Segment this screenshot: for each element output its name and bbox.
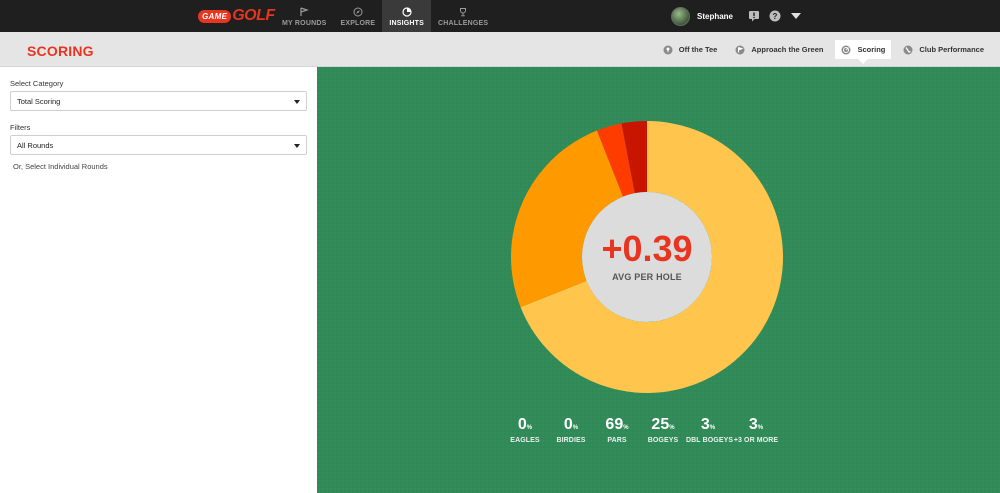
stat-value: 0% bbox=[502, 417, 548, 433]
stat-unit: % bbox=[623, 425, 629, 431]
tab-scoring-label: Scoring bbox=[857, 45, 886, 54]
stat-number: 0 bbox=[517, 416, 527, 433]
filter-sidebar: Select Category Total Scoring Filters Al… bbox=[0, 67, 317, 493]
main-nav: MY ROUNDS EXPLORE INSIGHTS CHALLENGES bbox=[275, 0, 495, 32]
stat-number: 3 bbox=[748, 416, 758, 433]
stat-label: DBL BOGEYS bbox=[686, 437, 734, 444]
tab-off-the-tee-label: Off the Tee bbox=[678, 45, 718, 54]
avg-per-hole-value: +0.39 bbox=[601, 228, 693, 269]
stat-number: 0 bbox=[563, 416, 573, 433]
stat-number: 69 bbox=[605, 416, 624, 433]
nav-explore[interactable]: EXPLORE bbox=[333, 0, 382, 32]
tab-club-performance[interactable]: Club Performance bbox=[897, 40, 990, 59]
stat-value: 25% bbox=[640, 417, 686, 433]
stat-value: 3% bbox=[686, 417, 730, 433]
stat-unit: % bbox=[572, 425, 579, 431]
approach-icon bbox=[735, 45, 745, 55]
game-golf-logo[interactable]: GAME GOLF bbox=[198, 7, 275, 25]
stat-birdies: 0% BIRDIES bbox=[548, 417, 594, 445]
category-select[interactable]: Total Scoring bbox=[10, 91, 307, 111]
stat-dbl-bogeys: 3% DBL BOGEYS bbox=[686, 417, 734, 445]
user-menu[interactable]: Stephane bbox=[671, 6, 733, 26]
tab-scoring[interactable]: Scoring bbox=[835, 40, 892, 64]
tee-icon bbox=[663, 45, 673, 55]
flag-icon bbox=[297, 6, 311, 18]
stat-label: PARS bbox=[607, 437, 627, 444]
notifications-icon[interactable] bbox=[747, 9, 761, 23]
chevron-down-icon bbox=[294, 144, 300, 148]
insights-icon bbox=[400, 6, 414, 18]
filters-select[interactable]: All Rounds bbox=[10, 135, 307, 155]
logo-game-text: GAME bbox=[198, 9, 232, 23]
nav-insights[interactable]: INSIGHTS bbox=[382, 0, 431, 32]
nav-insights-label: INSIGHTS bbox=[389, 19, 424, 27]
avatar[interactable] bbox=[671, 6, 690, 26]
select-individual-rounds-link[interactable]: Or, Select Individual Rounds bbox=[13, 162, 108, 171]
stat-number: 25 bbox=[651, 416, 670, 433]
nav-explore-label: EXPLORE bbox=[340, 19, 376, 27]
stat-number: 3 bbox=[700, 416, 710, 433]
top-icons: ? bbox=[747, 9, 810, 23]
category-label: Select Category bbox=[10, 79, 64, 88]
filters-label: Filters bbox=[10, 123, 31, 132]
nav-challenges-label: CHALLENGES bbox=[437, 19, 489, 27]
username: Stephane bbox=[697, 11, 734, 21]
stat-value: 0% bbox=[548, 417, 594, 433]
tab-approach-the-green[interactable]: Approach the Green bbox=[729, 40, 829, 59]
stat-value: 3% bbox=[730, 417, 782, 433]
chevron-down-icon[interactable] bbox=[789, 9, 803, 23]
trophy-icon bbox=[456, 6, 470, 18]
logo-golf-text: GOLF bbox=[232, 7, 275, 24]
help-icon[interactable]: ? bbox=[768, 9, 782, 23]
stat--3-or-more: 3% +3 OR MORE bbox=[730, 417, 782, 445]
stat-label: BIRDIES bbox=[556, 437, 586, 444]
stat-label: +3 OR MORE bbox=[733, 437, 779, 444]
stat-label: BOGEYS bbox=[647, 437, 679, 444]
chevron-down-icon bbox=[294, 100, 300, 104]
stat-label: EAGLES bbox=[510, 437, 540, 444]
section-header: SCORING Off the Tee Approach the Green S… bbox=[0, 32, 1000, 67]
tab-club-performance-label: Club Performance bbox=[919, 45, 984, 54]
stat-unit: % bbox=[757, 425, 764, 431]
filters-select-value: All Rounds bbox=[17, 140, 54, 150]
avg-per-hole-label: AVG PER HOLE bbox=[612, 272, 682, 282]
stat-unit: % bbox=[526, 425, 533, 431]
compass-icon bbox=[351, 6, 365, 18]
nav-challenges[interactable]: CHALLENGES bbox=[431, 0, 495, 32]
stat-value: 69% bbox=[594, 417, 640, 433]
scoring-icon bbox=[841, 45, 851, 55]
club-icon bbox=[903, 45, 913, 55]
stat-unit: % bbox=[709, 425, 716, 431]
stat-bogeys: 25% BOGEYS bbox=[640, 417, 686, 445]
stat-eagles: 0% EAGLES bbox=[502, 417, 548, 445]
nav-my-rounds[interactable]: MY ROUNDS bbox=[275, 0, 333, 32]
category-select-value: Total Scoring bbox=[17, 96, 61, 106]
insight-tabs: Off the Tee Approach the Green Scoring C… bbox=[651, 40, 990, 64]
scoring-breakdown: 0% EAGLES 0% BIRDIES 69% PARS 25% BOGEYS 3% DBL B… bbox=[502, 417, 782, 445]
tab-off-the-tee[interactable]: Off the Tee bbox=[657, 40, 724, 59]
nav-my-rounds-label: MY ROUNDS bbox=[282, 19, 327, 27]
page-title: SCORING bbox=[27, 43, 94, 59]
svg-text:?: ? bbox=[773, 12, 778, 21]
stat-pars: 69% PARS bbox=[594, 417, 640, 445]
scoring-chart-area: +0.39 AVG PER HOLE 0% EAGLES 0% BIRDIES 69% P… bbox=[317, 67, 1000, 493]
stat-unit: % bbox=[669, 425, 675, 431]
top-navigation-bar: GAME GOLF MY ROUNDS EXPLORE INSIGHTS CHA… bbox=[0, 0, 1000, 32]
tab-approach-the-green-label: Approach the Green bbox=[751, 45, 824, 54]
